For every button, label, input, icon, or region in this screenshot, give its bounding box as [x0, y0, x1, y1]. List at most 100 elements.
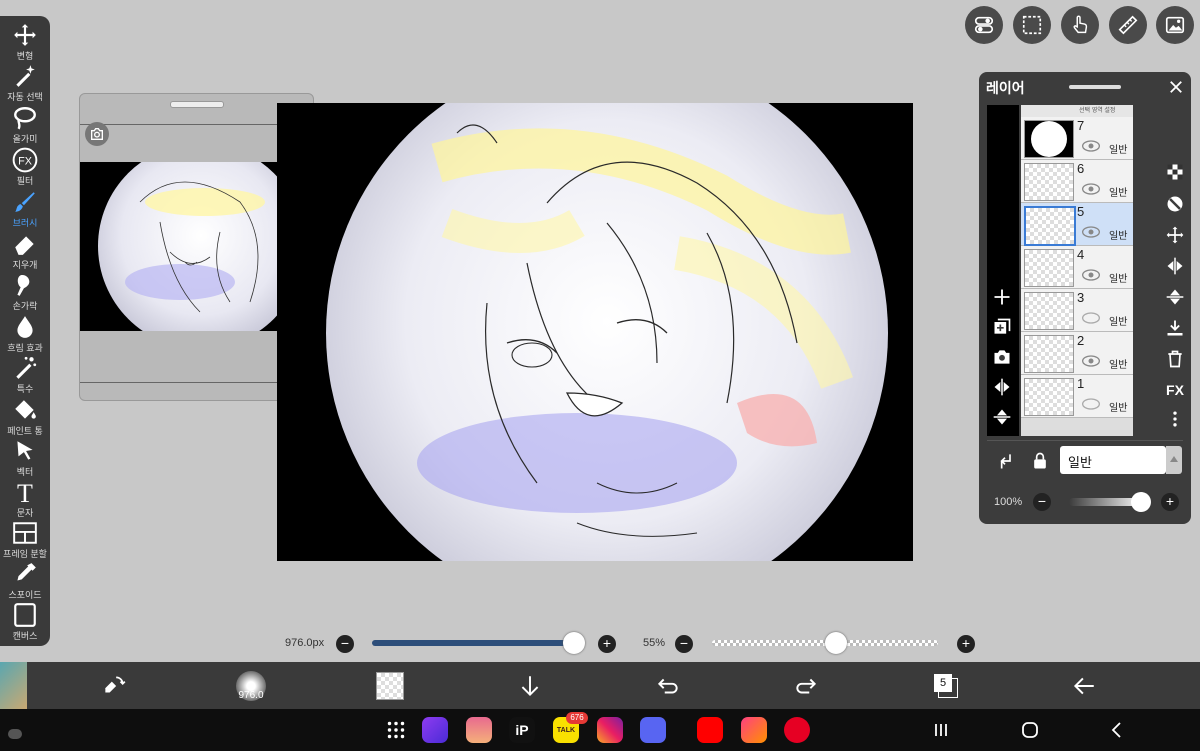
discord-icon[interactable]	[640, 717, 666, 743]
brush-size-increase-button[interactable]: +	[598, 635, 616, 653]
eye-icon[interactable]	[1081, 354, 1101, 368]
close-layer-panel-button[interactable]	[1167, 78, 1185, 96]
eye-hidden-icon[interactable]	[1081, 397, 1101, 411]
tool-special[interactable]: 특수	[0, 355, 50, 395]
drag-handle[interactable]	[170, 101, 224, 108]
tool-transform[interactable]: 변형	[0, 22, 50, 62]
brush-size-slider[interactable]	[372, 640, 578, 646]
more-vertical-icon	[1173, 411, 1177, 427]
layer-row-2[interactable]: 2 일반	[1021, 332, 1133, 375]
tool-text[interactable]: T 문자	[0, 479, 50, 519]
tool-blur[interactable]: 흐림 효과	[0, 314, 50, 354]
tool-paint-bucket[interactable]: 페인트 통	[0, 397, 50, 437]
youtube-icon[interactable]	[697, 717, 723, 743]
blend-mode-select[interactable]: 일반	[1060, 446, 1166, 474]
drawing-canvas[interactable]	[277, 103, 913, 561]
more-options-button[interactable]	[1164, 408, 1186, 430]
clipping-button[interactable]	[1164, 193, 1186, 215]
move-layer-button[interactable]	[1164, 224, 1186, 246]
layer-row-5[interactable]: 5 일반	[1021, 203, 1133, 246]
layer-thumbnail	[1024, 120, 1074, 158]
delete-layer-button[interactable]	[1164, 348, 1186, 370]
color-swatch-button[interactable]	[374, 670, 406, 702]
flip-layer-h-button[interactable]	[1164, 255, 1186, 277]
camera-button[interactable]	[85, 122, 109, 146]
instagram-icon[interactable]	[597, 717, 623, 743]
download-button[interactable]	[514, 670, 546, 702]
tool-filter[interactable]: FX 필터	[0, 147, 50, 187]
internet-icon[interactable]	[422, 717, 448, 743]
tool-eraser[interactable]: 지우개	[0, 231, 50, 271]
selection-button[interactable]	[1013, 6, 1051, 44]
layer-row-6[interactable]: 6 일반	[1021, 160, 1133, 203]
eye-icon[interactable]	[1081, 268, 1101, 282]
reference-image-button[interactable]	[1156, 6, 1194, 44]
undo-button[interactable]	[652, 670, 684, 702]
layer-row-3[interactable]: 3 일반	[1021, 289, 1133, 332]
eye-icon[interactable]	[1081, 182, 1101, 196]
tool-frame-divider[interactable]: 프레임 분할	[0, 520, 50, 560]
brush-size-knob[interactable]	[562, 632, 585, 654]
layer-row-1[interactable]: 1 일반	[1021, 375, 1133, 418]
tool-eyedropper[interactable]: 스포이드	[0, 561, 50, 601]
duplicate-layer-button[interactable]	[991, 316, 1013, 338]
flip-vertical-button[interactable]	[991, 406, 1013, 428]
alpha-lock-button[interactable]	[1029, 450, 1051, 472]
tool-lasso[interactable]: 올가미	[0, 105, 50, 145]
brush-opacity-decrease-button[interactable]: −	[675, 635, 693, 653]
app-grid-button[interactable]	[383, 717, 409, 743]
tool-brush[interactable]: 브러시	[0, 189, 50, 229]
layer-opacity-knob[interactable]	[1131, 492, 1151, 512]
merge-down-button[interactable]	[1164, 317, 1186, 339]
photos-icon[interactable]	[741, 717, 767, 743]
opacity-increase-button[interactable]: +	[1161, 493, 1179, 511]
layer-blend-mode: 일반	[1109, 188, 1128, 199]
home-button[interactable]	[1021, 721, 1039, 739]
app-thumbnail[interactable]	[0, 662, 27, 709]
checker-button[interactable]	[1164, 161, 1186, 183]
ibis-paint-icon[interactable]: iP	[509, 717, 535, 743]
touch-button[interactable]	[1061, 6, 1099, 44]
ruler-button[interactable]	[1109, 6, 1147, 44]
pinterest-icon[interactable]	[784, 717, 810, 743]
divider	[987, 440, 1183, 441]
recent-apps-button[interactable]	[930, 721, 952, 739]
layer-blend-mode: 일반	[1109, 317, 1128, 328]
flip-horizontal-button[interactable]	[991, 376, 1013, 398]
brush-opacity-knob[interactable]	[825, 632, 848, 654]
import-photo-button[interactable]	[991, 346, 1013, 368]
layers-button[interactable]: 5	[930, 670, 962, 702]
brush-size-decrease-button[interactable]: −	[336, 635, 354, 653]
panel-drag-handle[interactable]	[1069, 85, 1121, 89]
swap-brush-eraser-icon	[105, 676, 126, 693]
swap-tool-button[interactable]	[98, 670, 130, 702]
blend-mode-dropdown-arrow[interactable]	[1166, 446, 1182, 474]
redo-button[interactable]	[790, 670, 822, 702]
eye-icon[interactable]	[1081, 225, 1101, 239]
back-button[interactable]	[1068, 670, 1100, 702]
trash-icon	[1168, 350, 1182, 368]
tool-label: 필터	[16, 176, 34, 186]
redo-icon	[796, 678, 817, 694]
tool-canvas[interactable]: 캔버스	[0, 602, 50, 642]
eye-hidden-icon[interactable]	[1081, 311, 1101, 325]
opacity-decrease-button[interactable]: −	[1033, 493, 1051, 511]
settings-toggle-button[interactable]	[965, 6, 1003, 44]
brush-preview-button[interactable]: 976.0	[234, 670, 268, 702]
flip-layer-v-button[interactable]	[1164, 286, 1186, 308]
gallery-icon[interactable]	[466, 717, 492, 743]
layer-row-4[interactable]: 4 일반	[1021, 246, 1133, 289]
minus-icon: −	[679, 635, 689, 651]
layer-row-7[interactable]: 7 일반	[1021, 117, 1133, 160]
add-layer-button[interactable]	[991, 286, 1013, 308]
chevron-left-icon	[1111, 722, 1121, 738]
eye-icon[interactable]	[1081, 139, 1101, 153]
nav-back-button[interactable]	[1108, 721, 1126, 739]
brush-opacity-increase-button[interactable]: +	[957, 635, 975, 653]
tool-smudge[interactable]: 손가락	[0, 272, 50, 312]
layer-fx-button[interactable]: FX	[1164, 379, 1186, 401]
clip-to-below-button[interactable]	[994, 450, 1016, 472]
tool-auto-select[interactable]: 자동 선택	[0, 63, 50, 103]
minus-icon: −	[340, 635, 350, 651]
tool-vector[interactable]: 벡터	[0, 438, 50, 478]
